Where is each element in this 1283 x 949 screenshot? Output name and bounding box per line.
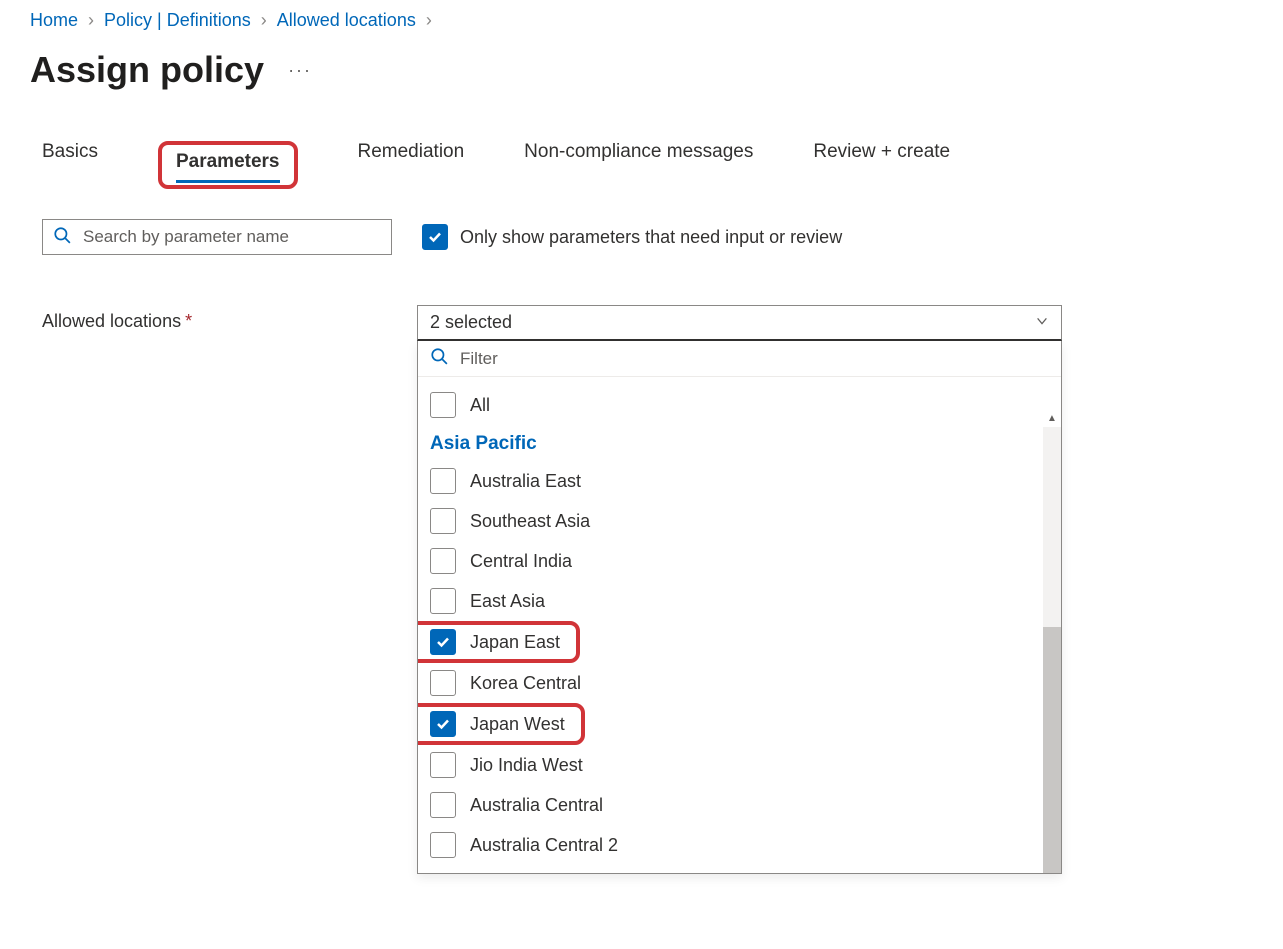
option-label: Southeast Asia (470, 511, 590, 532)
dropdown-filter-input[interactable] (460, 349, 1049, 369)
option-checkbox[interactable] (430, 468, 456, 494)
option-checkbox[interactable] (430, 752, 456, 778)
tab-parameters[interactable]: Parameters (176, 151, 280, 181)
filter-checkbox-row[interactable]: Only show parameters that need input or … (422, 224, 842, 250)
tab-review-create[interactable]: Review + create (813, 141, 950, 189)
option-all[interactable]: All (418, 385, 1061, 425)
breadcrumb-home[interactable]: Home (30, 10, 78, 31)
option-label: Central India (470, 551, 572, 572)
tab-remediation[interactable]: Remediation (358, 141, 465, 189)
option-row[interactable]: Japan West (418, 703, 585, 745)
chevron-right-icon: › (426, 10, 432, 31)
option-checkbox[interactable] (430, 670, 456, 696)
tab-basics[interactable]: Basics (42, 141, 98, 189)
option-label: Japan East (470, 632, 560, 653)
options-list: All Asia Pacific Australia East Southeast… (418, 377, 1061, 873)
filter-checkbox-label: Only show parameters that need input or … (460, 227, 842, 248)
option-label: Japan West (470, 714, 565, 735)
option-checkbox[interactable] (430, 548, 456, 574)
option-label: Korea Central (470, 673, 581, 694)
param-label: Allowed locations* (42, 305, 417, 332)
search-row: Only show parameters that need input or … (42, 219, 1253, 255)
scroll-up-arrow-icon[interactable]: ▲ (1043, 413, 1061, 424)
option-row[interactable]: Central India (418, 541, 1061, 581)
option-label: Australia Central 2 (470, 835, 618, 856)
param-label-text: Allowed locations (42, 311, 181, 331)
tab-parameters-highlight: Parameters (158, 141, 298, 189)
chevron-down-icon (1035, 312, 1049, 333)
option-row[interactable]: Japan East (418, 621, 580, 663)
tab-non-compliance-messages[interactable]: Non-compliance messages (524, 141, 753, 189)
filter-checkbox[interactable] (422, 224, 448, 250)
search-icon (53, 226, 71, 249)
required-asterisk: * (185, 311, 192, 331)
scrollbar-thumb[interactable] (1043, 627, 1061, 873)
scrollbar[interactable]: ▲ (1043, 427, 1061, 843)
option-label: Australia Central (470, 795, 603, 816)
allowed-locations-dropdown: 2 selected (417, 305, 1062, 874)
dropdown-panel: All Asia Pacific Australia East Southeast… (417, 341, 1062, 874)
option-checkbox[interactable] (430, 792, 456, 818)
search-input[interactable] (83, 227, 381, 247)
breadcrumb-allowed-locations[interactable]: Allowed locations (277, 10, 416, 31)
option-checkbox[interactable] (430, 508, 456, 534)
option-row[interactable]: Southeast Asia (418, 501, 1061, 541)
chevron-right-icon: › (88, 10, 94, 31)
dropdown-selected-text: 2 selected (430, 312, 512, 333)
option-label: Jio India West (470, 755, 583, 776)
dropdown-selected[interactable]: 2 selected (417, 305, 1062, 341)
option-row[interactable]: Australia Central (418, 785, 1061, 825)
group-asia-pacific: Asia Pacific (418, 425, 1061, 461)
option-all-label: All (470, 395, 490, 416)
option-all-checkbox[interactable] (430, 392, 456, 418)
page-title-row: Assign policy ··· (30, 49, 1253, 91)
search-icon (430, 347, 448, 370)
option-checkbox[interactable] (430, 588, 456, 614)
option-checkbox[interactable] (430, 711, 456, 737)
option-row[interactable]: Australia Central 2 (418, 825, 1061, 865)
dropdown-filter-box[interactable] (418, 341, 1061, 377)
option-row[interactable]: Australia East (418, 461, 1061, 501)
tabs: Basics Parameters Remediation Non-compli… (42, 141, 1253, 189)
breadcrumb: Home › Policy | Definitions › Allowed lo… (30, 10, 1253, 31)
option-label: East Asia (470, 591, 545, 612)
page-title: Assign policy (30, 49, 264, 91)
more-actions-button[interactable]: ··· (288, 60, 312, 81)
options-scroll: All Asia Pacific Australia East Southeast… (418, 377, 1061, 873)
option-row[interactable]: Jio India West (418, 745, 1061, 785)
option-label: Australia East (470, 471, 581, 492)
search-box[interactable] (42, 219, 392, 255)
option-checkbox[interactable] (430, 629, 456, 655)
option-row[interactable]: East Asia (418, 581, 1061, 621)
breadcrumb-policy-definitions[interactable]: Policy | Definitions (104, 10, 251, 31)
param-row: Allowed locations* 2 selected (42, 305, 1253, 874)
option-row[interactable]: Korea Central (418, 663, 1061, 703)
chevron-right-icon: › (261, 10, 267, 31)
option-checkbox[interactable] (430, 832, 456, 858)
